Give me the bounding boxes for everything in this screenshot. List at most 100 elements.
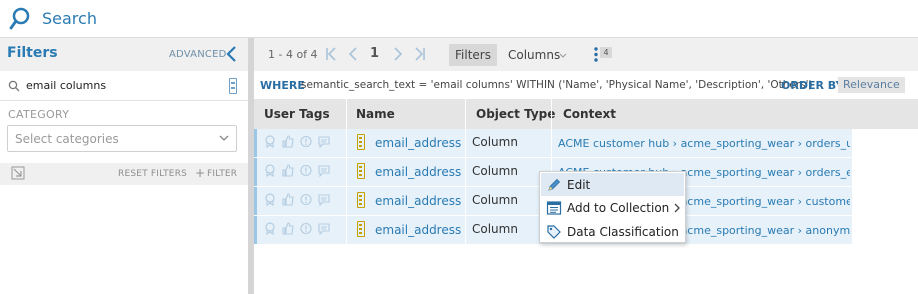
column-icon bbox=[357, 192, 365, 208]
advanced-link[interactable]: ADVANCED bbox=[169, 49, 227, 60]
warning-icon[interactable] bbox=[300, 135, 312, 148]
pencil-icon bbox=[548, 178, 561, 191]
filters-toggle-button[interactable]: Filters bbox=[449, 44, 497, 66]
collection-icon bbox=[546, 201, 562, 215]
certify-icon[interactable] bbox=[264, 222, 276, 235]
header-divider[interactable] bbox=[346, 99, 347, 129]
plus-icon[interactable]: + bbox=[195, 166, 205, 180]
page-number[interactable]: 1 bbox=[370, 46, 379, 61]
results-toolbar: 1 - 4 of 4 1 Filters Columns 4 bbox=[254, 38, 918, 71]
more-options-icon[interactable] bbox=[594, 47, 598, 62]
cell-divider bbox=[346, 216, 347, 244]
category-select[interactable]: Select categories bbox=[7, 125, 237, 152]
certify-icon[interactable] bbox=[264, 135, 276, 148]
header-context[interactable]: Context bbox=[563, 107, 616, 121]
filters-header: Filters ADVANCED bbox=[0, 38, 248, 71]
object-name-link[interactable]: email_address bbox=[375, 165, 461, 179]
menu-item-add-to-collection[interactable]: Add to Collection bbox=[541, 196, 684, 219]
order-by-keyword: ORDER BY bbox=[781, 79, 844, 92]
category-placeholder: Select categories bbox=[15, 132, 119, 146]
user-tags bbox=[264, 164, 340, 178]
header-name[interactable]: Name bbox=[356, 107, 395, 121]
filters-title: Filters bbox=[7, 45, 58, 61]
menu-item-edit[interactable]: Edit bbox=[541, 173, 684, 196]
filter-actions-bar: RESET FILTERS + FILTER bbox=[0, 163, 248, 185]
search-icon bbox=[8, 80, 20, 92]
context-path[interactable]: ACME customer hub › acme_sporting_wear ›… bbox=[558, 137, 850, 150]
comment-icon[interactable] bbox=[318, 164, 330, 177]
comment-icon[interactable] bbox=[318, 135, 330, 148]
object-type: Column bbox=[472, 164, 518, 178]
query-bar: WHERE semantic_search_text = 'email colu… bbox=[254, 71, 918, 99]
filter-search-input[interactable]: email columns bbox=[26, 79, 106, 92]
result-range: 1 - 4 of 4 bbox=[268, 48, 318, 61]
certify-icon[interactable] bbox=[264, 193, 276, 206]
object-name-link[interactable]: email_address bbox=[375, 136, 461, 150]
cell-divider bbox=[346, 129, 347, 157]
row-selection-bar bbox=[254, 216, 257, 244]
chevron-down-icon bbox=[559, 53, 567, 58]
row-selection-bar bbox=[254, 187, 257, 215]
cell-divider bbox=[465, 129, 466, 157]
row-context-menu: Edit Add to Collection Data Classificati… bbox=[539, 171, 686, 243]
warning-icon[interactable] bbox=[300, 222, 312, 235]
menu-item-label: Data Classification bbox=[567, 225, 679, 239]
cell-divider bbox=[465, 216, 466, 244]
header-object-type[interactable]: Object Type bbox=[476, 107, 555, 121]
object-type: Column bbox=[472, 135, 518, 149]
column-icon bbox=[357, 221, 365, 237]
add-filter-button[interactable]: FILTER bbox=[207, 169, 237, 179]
menu-item-label: Add to Collection bbox=[567, 201, 670, 215]
header-divider[interactable] bbox=[551, 99, 552, 129]
results-panel: 1 - 4 of 4 1 Filters Columns 4 WHERE sem… bbox=[254, 38, 918, 294]
comment-icon[interactable] bbox=[318, 222, 330, 235]
thumbs-up-icon[interactable] bbox=[282, 135, 294, 148]
certify-icon[interactable] bbox=[264, 164, 276, 177]
search-icon bbox=[9, 7, 30, 30]
menu-item-label: Edit bbox=[567, 178, 591, 192]
object-type: Column bbox=[472, 222, 518, 236]
more-options-badge: 4 bbox=[600, 47, 612, 58]
table-header: User Tags Name Object Type Context bbox=[254, 99, 918, 129]
cell-divider bbox=[346, 158, 347, 186]
cell-divider bbox=[551, 129, 552, 157]
search-label[interactable]: Search bbox=[42, 9, 97, 28]
filters-panel: Filters ADVANCED email columns CATEGORY … bbox=[0, 38, 248, 294]
reset-filters-button[interactable]: RESET FILTERS bbox=[118, 169, 187, 179]
chevron-down-icon bbox=[219, 135, 229, 141]
row-selection-bar bbox=[254, 158, 257, 186]
object-name-link[interactable]: email_address bbox=[375, 194, 461, 208]
thumbs-up-icon[interactable] bbox=[282, 164, 294, 177]
cell-divider bbox=[346, 187, 347, 215]
next-page-icon[interactable] bbox=[391, 46, 405, 62]
thumbs-up-icon[interactable] bbox=[282, 222, 294, 235]
global-search-bar[interactable]: Search bbox=[0, 0, 918, 38]
table-row[interactable]: email_address Column ACME customer hub ›… bbox=[254, 129, 852, 158]
first-page-icon[interactable] bbox=[324, 46, 338, 62]
query-text: semantic_search_text = 'email columns' W… bbox=[301, 79, 813, 91]
header-divider[interactable] bbox=[465, 99, 466, 129]
expand-icon[interactable] bbox=[11, 166, 25, 180]
header-user-tags[interactable]: User Tags bbox=[264, 107, 330, 121]
format-icon[interactable] bbox=[229, 78, 237, 94]
menu-item-data-classification[interactable]: Data Classification bbox=[541, 220, 684, 243]
prev-page-icon[interactable] bbox=[346, 46, 360, 62]
comment-icon[interactable] bbox=[318, 193, 330, 206]
category-label: CATEGORY bbox=[8, 108, 70, 121]
last-page-icon[interactable] bbox=[413, 46, 427, 62]
thumbs-up-icon[interactable] bbox=[282, 193, 294, 206]
cell-divider bbox=[465, 158, 466, 186]
where-keyword: WHERE bbox=[260, 79, 305, 92]
columns-dropdown[interactable]: Columns bbox=[508, 48, 560, 62]
warning-icon[interactable] bbox=[300, 164, 312, 177]
warning-icon[interactable] bbox=[300, 193, 312, 206]
user-tags bbox=[264, 193, 340, 207]
filter-search-field[interactable]: email columns bbox=[0, 71, 248, 101]
object-type: Column bbox=[472, 193, 518, 207]
user-tags bbox=[264, 222, 340, 236]
collapse-panel-icon[interactable] bbox=[224, 44, 238, 64]
object-name-link[interactable]: email_address bbox=[375, 223, 461, 237]
column-icon bbox=[357, 134, 365, 150]
order-by-value[interactable]: Relevance bbox=[838, 77, 905, 93]
tag-icon bbox=[547, 225, 561, 239]
